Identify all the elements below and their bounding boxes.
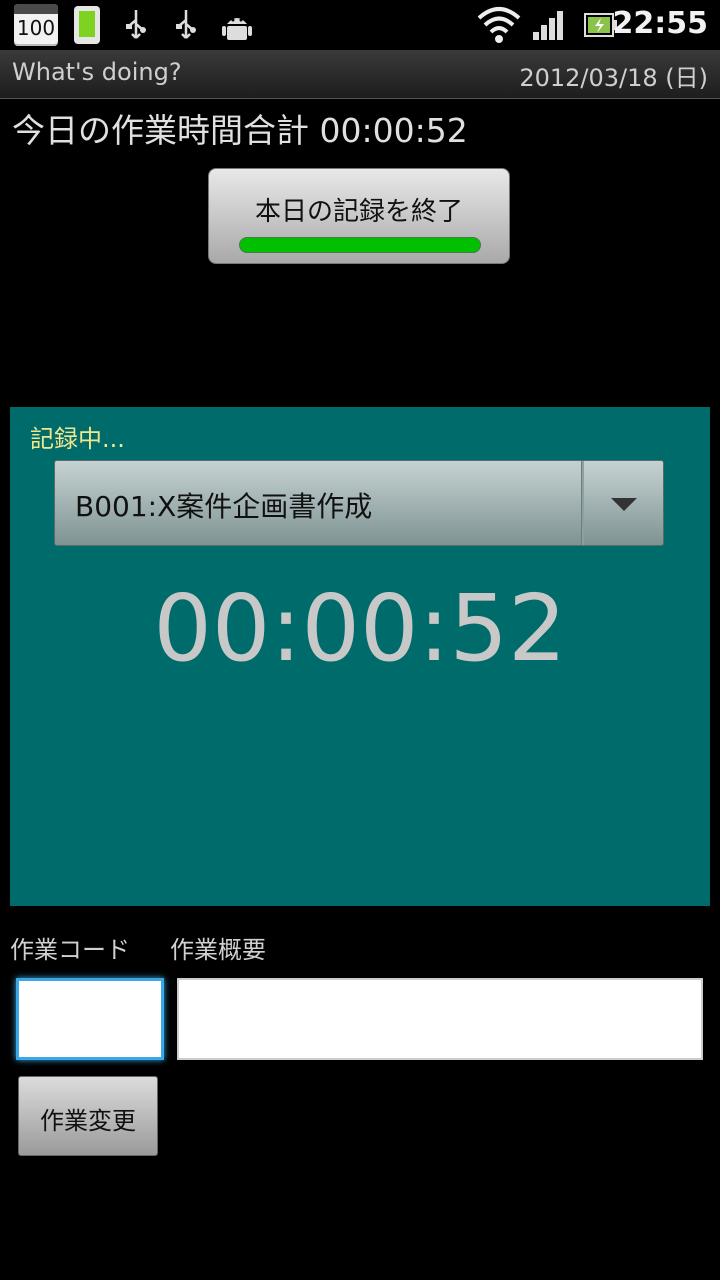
end-recording-label: 本日の記録を終了: [254, 197, 463, 227]
android-icon: [222, 10, 252, 48]
usb-icon: [174, 8, 198, 42]
calendar-day: 100: [16, 16, 56, 40]
select-divider: [581, 461, 584, 545]
recording-panel: 記録中... B001:X案件企画書作成 00:00:52: [10, 407, 710, 906]
app-title: What's doing?: [12, 58, 182, 86]
work-summary-label: 作業概要: [170, 936, 266, 964]
signal-icon: [532, 8, 566, 46]
chevron-down-icon: [611, 498, 637, 511]
clock: 22:55: [612, 6, 709, 41]
phone-icon: [74, 6, 100, 44]
work-code-label: 作業コード: [10, 936, 130, 964]
usb-icon: [124, 8, 148, 42]
change-task-label: 作業変更: [40, 1107, 136, 1135]
work-code-input[interactable]: [16, 978, 164, 1060]
wifi-icon: [476, 4, 522, 50]
calendar-icon: 100: [14, 4, 58, 46]
status-bar: 100 22:55: [0, 0, 720, 50]
total-work-time: 今日の作業時間合計 00:00:52: [12, 111, 468, 150]
title-bar: What's doing? 2012/03/18 (日): [0, 50, 720, 99]
current-date: 2012/03/18 (日): [519, 64, 708, 92]
work-summary-input[interactable]: [177, 978, 703, 1060]
change-task-button[interactable]: 作業変更: [18, 1076, 158, 1156]
screen: 100 22:55 What's doing? 2012/03/18 (日) 今…: [0, 0, 720, 1280]
recording-status: 記録中...: [30, 425, 125, 453]
task-select[interactable]: B001:X案件企画書作成: [54, 460, 664, 546]
elapsed-timer: 00:00:52: [153, 575, 567, 682]
status-indicator: [239, 237, 481, 253]
selected-task: B001:X案件企画書作成: [75, 490, 373, 523]
end-recording-button[interactable]: 本日の記録を終了: [208, 168, 510, 264]
